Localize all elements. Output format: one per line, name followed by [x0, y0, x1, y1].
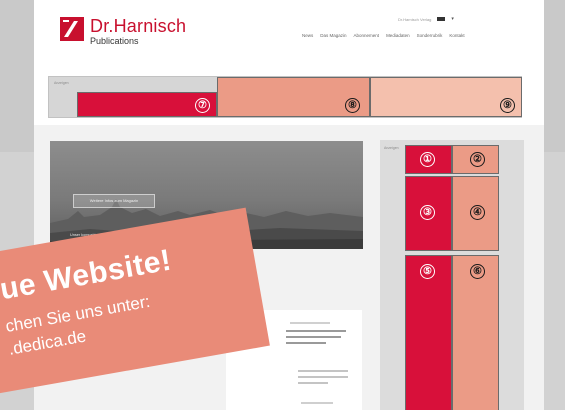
logo-text: Dr.Harnisch Publications — [90, 17, 186, 47]
flag-icon[interactable] — [437, 17, 446, 21]
ad-slot-number: ⑨ — [500, 98, 515, 113]
card-title-line — [286, 336, 341, 338]
ad-slot-number: ④ — [470, 205, 485, 220]
ad-slot-2[interactable]: ② — [452, 145, 499, 174]
top-meta-text: Dr.Harnisch Verlag — [398, 16, 432, 22]
nav-item-magazin[interactable]: Das Magazin — [320, 33, 346, 38]
nav-item-abonnement[interactable]: Abonnement — [354, 33, 380, 38]
ad-slot-8[interactable]: ⑧ — [217, 77, 370, 117]
card-title-line — [286, 342, 326, 344]
brand-subtitle: Publications — [90, 36, 139, 46]
ad-sidebar: Anzeigen ① ② ③ ④ ⑤ ⑥ — [380, 140, 524, 410]
ad-leaderboard: Anzeigen ⑦ ⑧ ⑨ — [48, 76, 522, 118]
ad-slot-9[interactable]: ⑨ — [370, 77, 522, 117]
ad-slot-3[interactable]: ③ — [405, 176, 452, 251]
brand-name: Dr.Harnisch — [90, 16, 187, 36]
card-title-line — [286, 330, 346, 332]
ad-slot-number: ⑤ — [420, 264, 435, 279]
ad-slot-7[interactable]: ⑦ — [77, 92, 217, 117]
card-body-line — [298, 370, 348, 372]
logo-mark-icon — [60, 17, 84, 41]
top-meta: Dr.Harnisch Verlag ▾ — [398, 16, 454, 22]
card-meta-line — [290, 322, 330, 324]
card-body-line — [298, 376, 348, 378]
sidebar-ad-label: Anzeigen — [384, 146, 399, 150]
ad-label: Anzeigen — [54, 81, 69, 85]
ad-slot-number: ⑥ — [470, 264, 485, 279]
brand-logo[interactable]: Dr.Harnisch Publications — [60, 17, 186, 47]
chevron-down-icon[interactable]: ▾ — [451, 16, 454, 22]
hero-info-button[interactable]: Weitere Infos zum Magazin — [73, 194, 155, 208]
ad-slot-1[interactable]: ① — [405, 145, 452, 174]
page-frame: Dr.Harnisch Publications Dr.Harnisch Ver… — [0, 0, 565, 410]
card-body-line — [298, 382, 328, 384]
ad-slot-5[interactable]: ⑤ — [405, 255, 452, 410]
ad-slot-number: ③ — [420, 205, 435, 220]
card-link-line — [301, 402, 333, 404]
ad-slot-number: ⑦ — [195, 98, 210, 113]
ad-slot-number: ② — [470, 152, 485, 167]
nav-item-kontakt[interactable]: Kontakt — [449, 33, 464, 38]
ad-slot-number: ⑧ — [345, 98, 360, 113]
ad-slot-4[interactable]: ④ — [452, 176, 499, 251]
nav-item-sonderrubrik[interactable]: Sonderrubrik — [417, 33, 443, 38]
nav-item-mediadaten[interactable]: Mediadaten — [386, 33, 410, 38]
main-navigation: News Das Magazin Abonnement Mediadaten S… — [302, 33, 465, 38]
ad-slot-number: ① — [420, 152, 435, 167]
ad-slot-6[interactable]: ⑥ — [452, 255, 499, 410]
nav-item-news[interactable]: News — [302, 33, 313, 38]
